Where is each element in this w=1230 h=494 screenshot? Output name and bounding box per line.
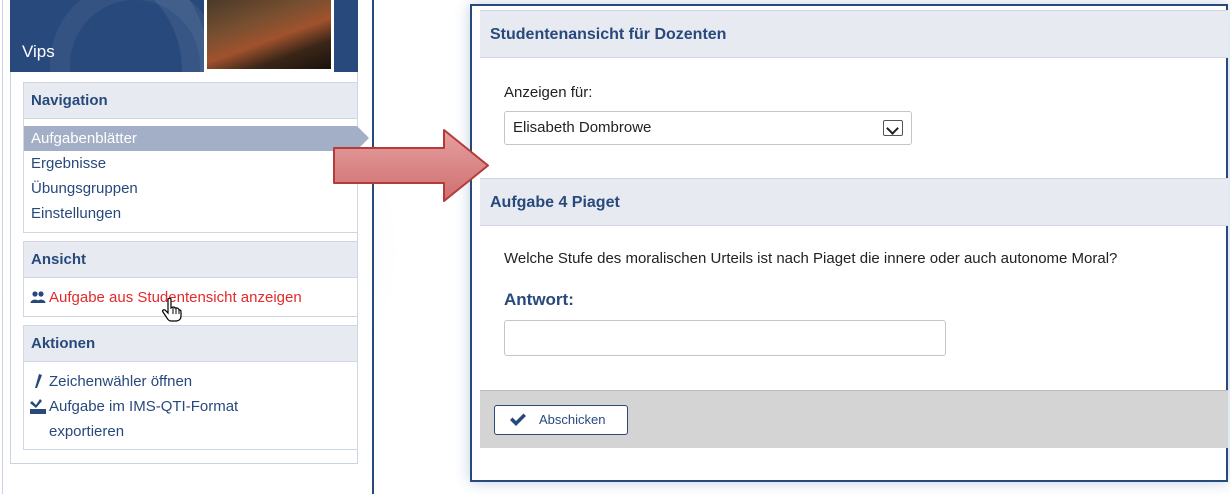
submit-button[interactable]: Abschicken xyxy=(494,405,628,435)
header-photo xyxy=(204,0,334,72)
actions-list: Zeichenwähler öffnen Aufgabe im IMS-QTI-… xyxy=(24,362,357,444)
view-title: Ansicht xyxy=(24,242,357,278)
char-picker-row: Zeichenwähler öffnen xyxy=(24,369,357,394)
export-link[interactable]: Aufgabe im IMS-QTI-Format xyxy=(49,398,238,415)
app-title: Vips xyxy=(22,42,55,61)
sidebar-body: Navigation Aufgabenblätter Ergebnisse Üb… xyxy=(10,72,369,464)
submit-label: Abschicken xyxy=(539,412,606,427)
navigation-title: Navigation xyxy=(24,83,357,119)
nav-item-ergebnisse[interactable]: Ergebnisse xyxy=(24,151,357,176)
arrow-right-icon xyxy=(333,129,489,202)
view-widget: Ansicht Aufgabe aus Studentensicht anzei… xyxy=(23,241,358,317)
student-view-title: Studentenansicht für Dozenten xyxy=(480,10,1228,58)
student-select[interactable]: Elisabeth Dombrowe xyxy=(504,111,912,145)
question-text: Welche Stufe des moralischen Urteils ist… xyxy=(504,250,1118,267)
student-view-row: Aufgabe aus Studentensicht anzeigen xyxy=(24,285,357,310)
char-picker-link[interactable]: Zeichenwähler öffnen xyxy=(49,373,192,390)
navigation-list: Aufgabenblätter Ergebnisse Übungsgruppen… xyxy=(24,119,369,226)
footer-bar: Abschicken xyxy=(480,390,1228,448)
task-title: Aufgabe 4 Piaget xyxy=(480,178,1228,226)
student-view-panel: Studentenansicht für Dozenten Anzeigen f… xyxy=(470,4,1228,482)
actions-widget: Aktionen Zeichenwähler öffnen Aufgabe im… xyxy=(23,325,358,450)
student-select-value: Elisabeth Dombrowe xyxy=(513,119,652,136)
navigation-widget: Navigation Aufgabenblätter Ergebnisse Üb… xyxy=(23,82,369,233)
users-icon xyxy=(30,291,46,303)
pencil-icon xyxy=(35,374,42,388)
show-for-label: Anzeigen für: xyxy=(504,84,593,101)
header-decoration xyxy=(50,0,220,72)
chevron-down-icon[interactable] xyxy=(883,120,903,136)
nav-item-uebungsgruppen[interactable]: Übungsgruppen xyxy=(24,176,357,201)
answer-label: Antwort: xyxy=(504,290,574,309)
export-row-continued: exportieren xyxy=(24,419,357,444)
export-link-continued[interactable]: exportieren xyxy=(49,423,124,440)
actions-title: Aktionen xyxy=(24,326,357,362)
check-icon xyxy=(510,413,526,426)
hand-cursor-icon xyxy=(162,298,182,322)
answer-input[interactable] xyxy=(504,320,946,356)
nav-item-aufgabenblaetter[interactable]: Aufgabenblätter xyxy=(24,126,369,151)
nav-item-einstellungen[interactable]: Einstellungen xyxy=(24,201,357,226)
export-row: Aufgabe im IMS-QTI-Format xyxy=(24,394,357,419)
sidebar: Vips Navigation Aufgabenblätter Ergebnis… xyxy=(2,0,374,494)
sidebar-header: Vips xyxy=(10,0,358,72)
export-icon xyxy=(30,399,46,414)
